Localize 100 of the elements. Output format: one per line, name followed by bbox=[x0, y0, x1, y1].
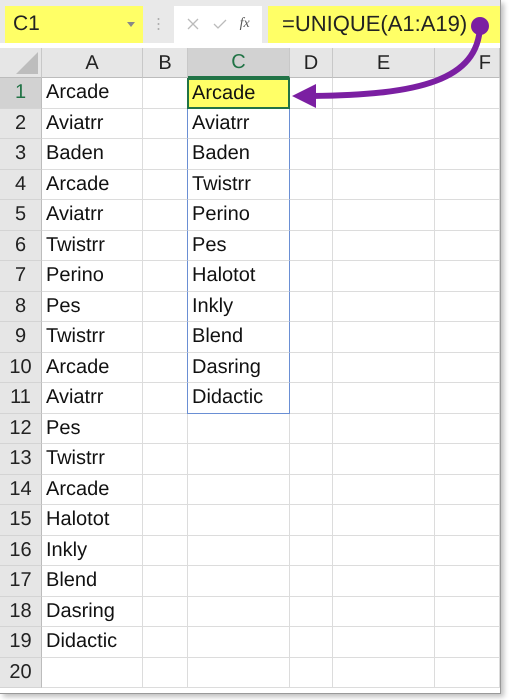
empty-cell bbox=[290, 596, 333, 627]
table-cell: Twistrr bbox=[42, 322, 143, 352]
table-cell: Inkly bbox=[42, 536, 143, 566]
empty-cell bbox=[290, 261, 333, 292]
insert-function-button[interactable]: fx bbox=[240, 16, 250, 32]
empty-cell bbox=[143, 505, 188, 536]
empty-cell bbox=[290, 139, 333, 170]
table-cell: Arcade bbox=[42, 474, 143, 505]
empty-cell bbox=[435, 108, 500, 139]
empty-cell bbox=[435, 292, 500, 322]
name-box[interactable]: C1 bbox=[5, 6, 143, 42]
dropdown-caret-icon[interactable] bbox=[127, 22, 135, 26]
row-header[interactable]: 15 bbox=[0, 505, 42, 536]
empty-cell bbox=[290, 658, 333, 688]
row-header[interactable]: 13 bbox=[0, 444, 42, 474]
empty-cell bbox=[143, 536, 188, 566]
row-header[interactable]: 19 bbox=[0, 627, 42, 658]
table-cell: Aviatrr bbox=[42, 200, 143, 230]
column-header[interactable]: B bbox=[143, 48, 188, 78]
empty-cell bbox=[435, 658, 500, 688]
empty-cell bbox=[290, 536, 333, 566]
table-cell: Inkly bbox=[187, 292, 290, 322]
row-header[interactable]: 9 bbox=[0, 322, 42, 352]
table-cell: Perino bbox=[187, 200, 290, 230]
check-icon[interactable] bbox=[212, 17, 227, 31]
formula-field[interactable]: =UNIQUE(A1:A19) bbox=[268, 6, 500, 42]
empty-cell bbox=[290, 322, 333, 352]
table-cell: Aviatrr bbox=[42, 383, 143, 414]
empty-cell bbox=[143, 474, 188, 505]
row-header[interactable]: 16 bbox=[0, 536, 42, 566]
row-header[interactable]: 3 bbox=[0, 139, 42, 170]
empty-cell bbox=[143, 414, 188, 444]
empty-cell bbox=[435, 536, 500, 566]
empty-cell bbox=[143, 627, 188, 658]
empty-cell bbox=[290, 474, 333, 505]
table-cell: Arcade bbox=[187, 78, 290, 108]
empty-cell bbox=[290, 505, 333, 536]
row-header[interactable]: 8 bbox=[0, 292, 42, 322]
table-cell: Blend bbox=[187, 322, 290, 352]
table-cell: Arcade bbox=[42, 78, 143, 108]
empty-cell bbox=[290, 200, 333, 230]
empty-cell bbox=[290, 170, 333, 200]
column-header[interactable]: C bbox=[188, 48, 290, 78]
column-header[interactable]: D bbox=[290, 48, 333, 78]
empty-cell bbox=[290, 352, 333, 383]
row-header[interactable]: 18 bbox=[0, 596, 42, 627]
column-header[interactable]: E bbox=[333, 48, 435, 78]
triangle-icon bbox=[16, 52, 38, 74]
row-header[interactable]: 11 bbox=[0, 383, 42, 414]
row-header[interactable]: 5 bbox=[0, 200, 42, 230]
empty-cell bbox=[435, 627, 500, 658]
empty-cell bbox=[435, 230, 500, 261]
row-header[interactable]: 7 bbox=[0, 261, 42, 292]
table-cell: Halotot bbox=[42, 505, 143, 536]
table-cell: Dasring bbox=[187, 352, 290, 383]
select-all-button[interactable] bbox=[0, 48, 42, 78]
row-header[interactable]: 2 bbox=[0, 108, 42, 139]
empty-cell bbox=[435, 505, 500, 536]
empty-cell bbox=[435, 566, 500, 596]
table-cell: Dasring bbox=[42, 596, 143, 627]
table-cell: Pes bbox=[42, 292, 143, 322]
empty-cell bbox=[435, 414, 500, 444]
row-header[interactable]: 14 bbox=[0, 474, 42, 505]
empty-cell bbox=[435, 352, 500, 383]
table-cell: Didactic bbox=[42, 627, 143, 658]
row-header[interactable]: 20 bbox=[0, 658, 42, 688]
row-header[interactable]: 12 bbox=[0, 414, 42, 444]
row-header[interactable]: 1 bbox=[0, 78, 42, 108]
empty-cell bbox=[435, 474, 500, 505]
table-cell: Twistrr bbox=[42, 444, 143, 474]
table-cell: Baden bbox=[187, 139, 290, 170]
row-header[interactable]: 17 bbox=[0, 566, 42, 596]
empty-cell bbox=[290, 627, 333, 658]
empty-cell bbox=[435, 596, 500, 627]
row-header[interactable]: 4 bbox=[0, 170, 42, 200]
empty-cell bbox=[143, 444, 188, 474]
column-header[interactable]: A bbox=[42, 48, 143, 78]
empty-cell bbox=[143, 596, 188, 627]
empty-cell bbox=[435, 200, 500, 230]
cancel-icon[interactable] bbox=[186, 17, 200, 31]
empty-cell bbox=[435, 322, 500, 352]
empty-cell bbox=[435, 78, 500, 108]
empty-cell bbox=[143, 566, 188, 596]
empty-cell bbox=[290, 292, 333, 322]
empty-cell bbox=[143, 658, 188, 688]
empty-cell bbox=[435, 444, 500, 474]
empty-cell bbox=[290, 414, 333, 444]
table-cell: Pes bbox=[187, 230, 290, 261]
table-cell: Halotot bbox=[187, 261, 290, 292]
table-cell: Perino bbox=[42, 261, 143, 292]
empty-cell bbox=[435, 261, 500, 292]
table-cell: Arcade bbox=[42, 170, 143, 200]
empty-cell bbox=[290, 566, 333, 596]
row-header[interactable]: 10 bbox=[0, 352, 42, 383]
grip-icon bbox=[157, 17, 160, 31]
empty-cell bbox=[435, 383, 500, 414]
table-cell: Twistrr bbox=[187, 170, 290, 200]
row-header[interactable]: 6 bbox=[0, 230, 42, 261]
empty-cell bbox=[435, 139, 500, 170]
table-cell: Blend bbox=[42, 566, 143, 596]
